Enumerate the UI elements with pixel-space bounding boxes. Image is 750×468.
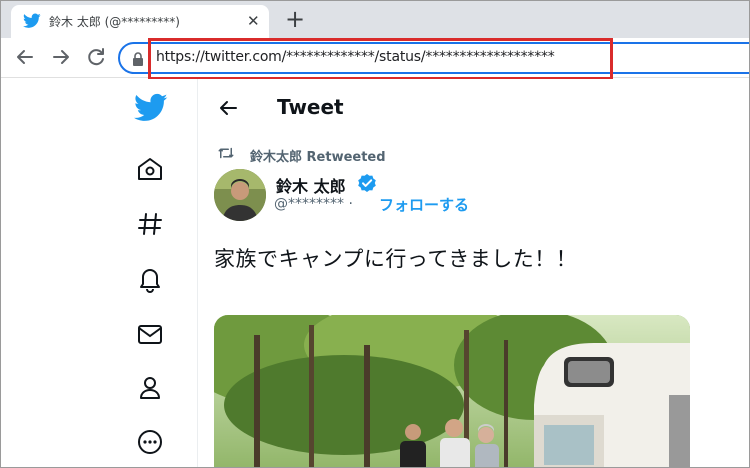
follow-button[interactable]: フォローする <box>379 194 469 215</box>
camping-photo <box>214 315 690 467</box>
explore-hash-icon[interactable] <box>135 209 165 239</box>
browser-window: 鈴木 太郎 (@*********) ✕ + https://twitter.c… <box>0 0 750 468</box>
forward-icon[interactable] <box>49 45 73 69</box>
tweet-photo[interactable] <box>214 315 690 467</box>
avatar-photo <box>214 169 266 221</box>
lock-icon[interactable] <box>132 52 144 66</box>
back-icon[interactable] <box>13 45 37 69</box>
page-title: Tweet <box>277 95 344 119</box>
sidebar-divider <box>197 79 198 467</box>
retweet-label[interactable]: 鈴木太郎 Retweeted <box>250 146 386 165</box>
retweet-icon <box>218 147 234 159</box>
avatar[interactable] <box>214 169 266 221</box>
tab-close-icon[interactable]: ✕ <box>247 11 260 31</box>
twitter-page: Tweet 鈴木太郎 Retweeted 鈴木 太郎 @******** · フ… <box>1 79 749 467</box>
reload-icon[interactable] <box>84 45 108 69</box>
tab-strip: 鈴木 太郎 (@*********) ✕ + <box>1 1 749 38</box>
home-icon[interactable] <box>135 154 165 184</box>
profile-person-icon[interactable] <box>135 373 165 403</box>
twitter-favicon-icon <box>23 13 41 28</box>
url-highlight-box <box>148 38 613 80</box>
new-tab-button[interactable]: + <box>285 6 305 32</box>
verified-badge-icon <box>358 174 376 192</box>
author-handle[interactable]: @******** · <box>274 196 353 212</box>
back-arrow-icon[interactable] <box>217 97 239 119</box>
browser-tab[interactable]: 鈴木 太郎 (@*********) ✕ <box>11 5 269 38</box>
messages-mail-icon[interactable] <box>135 319 165 349</box>
more-circle-icon[interactable] <box>135 427 165 457</box>
twitter-logo-icon[interactable] <box>134 93 168 123</box>
author-name[interactable]: 鈴木 太郎 <box>276 173 346 197</box>
tab-title: 鈴木 太郎 (@*********) <box>49 15 180 29</box>
tweet-text: 家族でキャンプに行ってきました！！ <box>214 247 578 271</box>
notifications-bell-icon[interactable] <box>135 264 165 294</box>
